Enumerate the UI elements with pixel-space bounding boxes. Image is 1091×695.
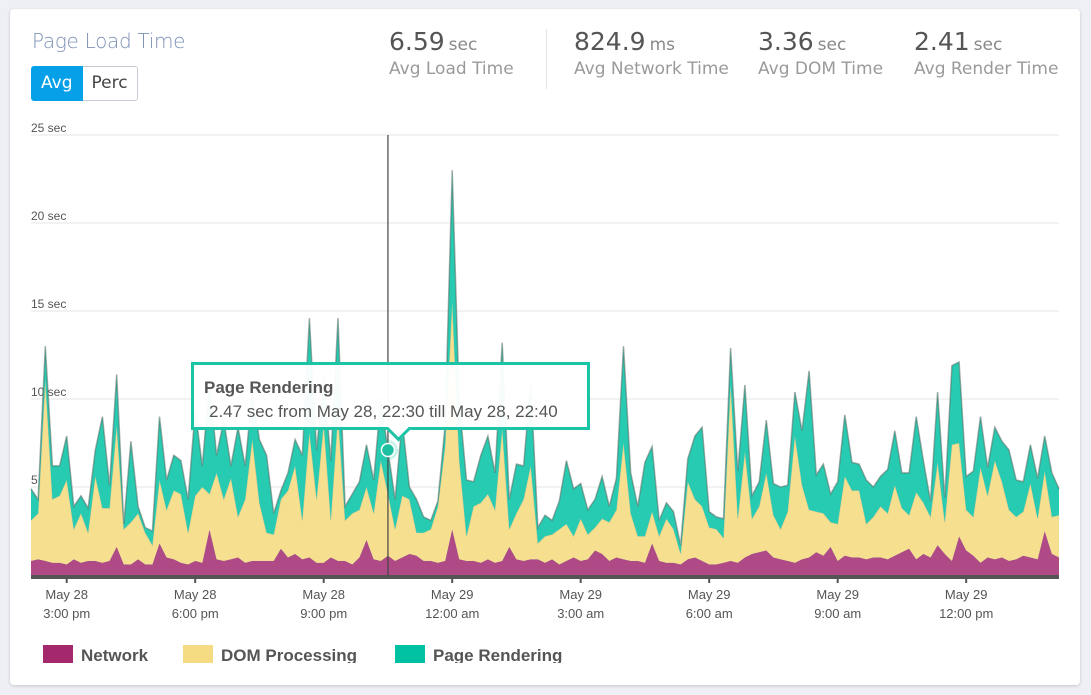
x-tick-label-time: 12:00 pm: [939, 606, 993, 621]
y-tick-label: 20 sec: [31, 209, 66, 223]
x-tick-label-date: May 28: [45, 587, 88, 602]
tooltip: Page Rendering 2.47 sec from May 28, 22:…: [191, 362, 590, 442]
x-tick-label-date: May 29: [688, 587, 731, 602]
tooltip-text: 2.47 sec from May 28, 22:30 till May 28,…: [209, 402, 558, 421]
tooltip-title: Page Rendering: [204, 378, 334, 397]
x-tick-label-time: 3:00 pm: [43, 606, 90, 621]
legend-label: DOM Processing: [221, 646, 358, 663]
hover-point: [380, 442, 396, 458]
legend-label: Network: [81, 646, 149, 663]
x-tick-label-date: May 29: [945, 587, 988, 602]
legend-item-page-rendering[interactable]: Page Rendering: [395, 645, 562, 663]
x-axis-line: [31, 575, 1059, 579]
x-tick-label-time: 9:00 pm: [300, 606, 347, 621]
x-tick-label-time: 9:00 am: [814, 606, 861, 621]
legend: Network DOM Processing Page Rendering: [10, 645, 1080, 663]
x-tick-label-date: May 28: [174, 587, 217, 602]
x-tick-label-date: May 29: [431, 587, 474, 602]
legend-swatch: [43, 645, 73, 663]
x-tick-label-date: May 29: [816, 587, 859, 602]
y-tick-label: 15 sec: [31, 297, 66, 311]
x-tick-label-time: 3:00 am: [557, 606, 604, 621]
x-tick-label-time: 6:00 am: [686, 606, 733, 621]
legend-swatch: [395, 645, 425, 663]
x-tick-label-date: May 28: [302, 587, 345, 602]
y-tick-label: 25 sec: [31, 121, 66, 135]
legend-label: Page Rendering: [433, 646, 563, 663]
x-tick-label-date: May 29: [559, 587, 602, 602]
legend-item-dom-processing[interactable]: DOM Processing: [183, 645, 357, 663]
page-load-time-card: Page Load Time Avg Perc 6.59 sec Avg Load…: [10, 9, 1080, 685]
legend-item-network[interactable]: Network: [43, 645, 148, 663]
x-tick-label-time: 12:00 am: [425, 606, 479, 621]
x-tick-label-time: 6:00 pm: [172, 606, 219, 621]
stacked-area-chart[interactable]: 5 sec10 sec15 sec20 sec25 secMay 283:00 …: [10, 9, 1080, 639]
legend-swatch: [183, 645, 213, 663]
